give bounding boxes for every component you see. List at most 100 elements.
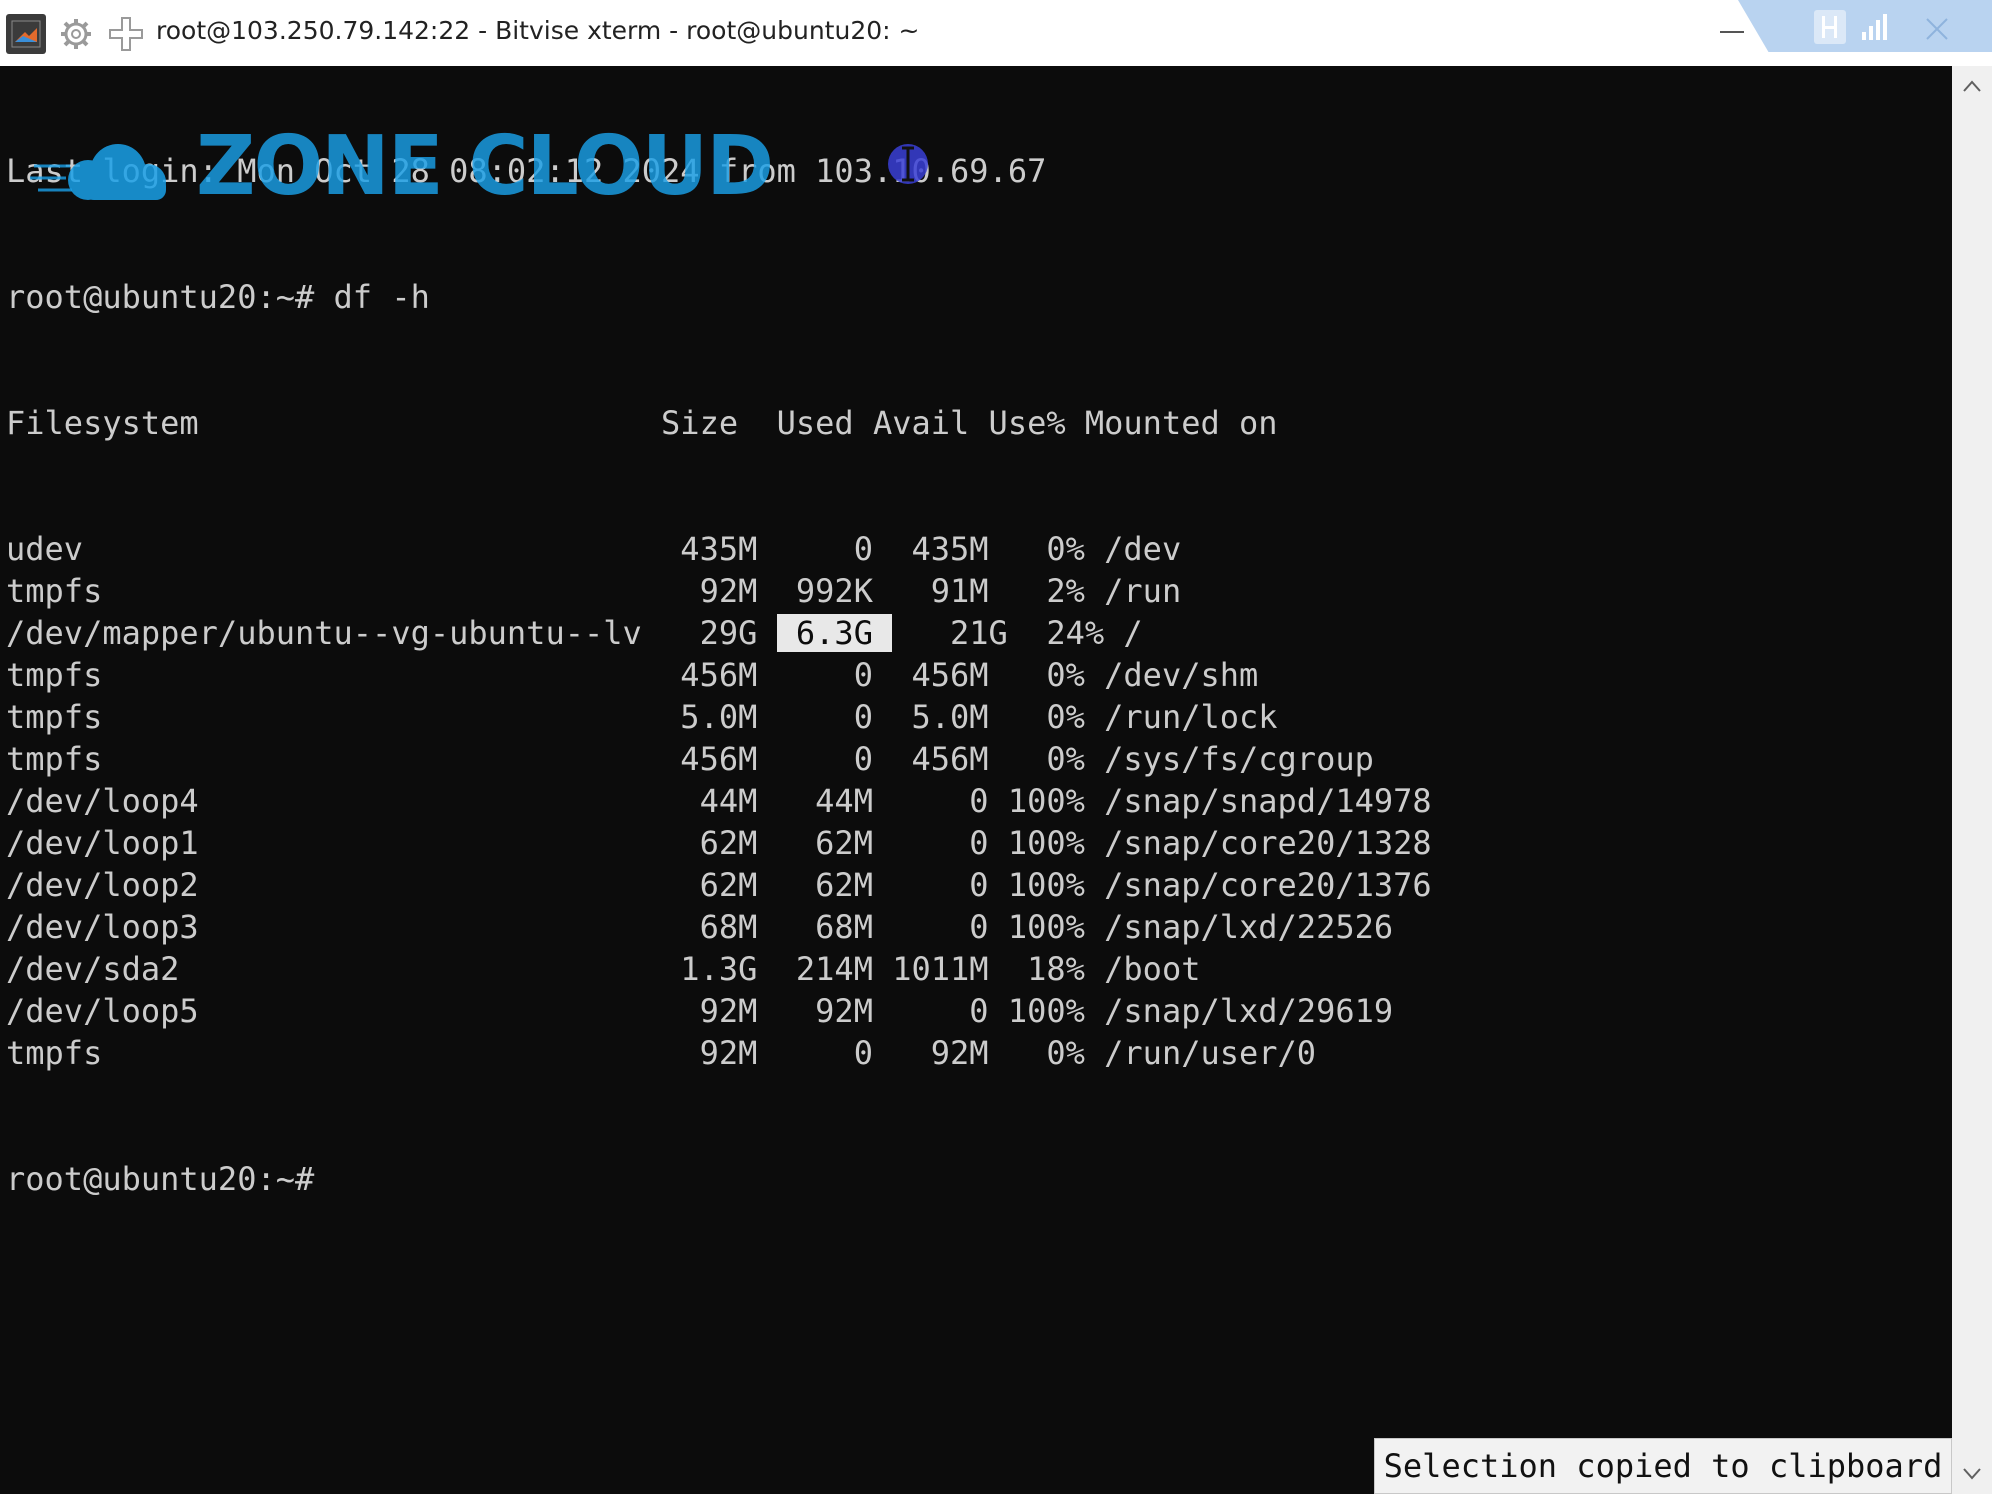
row-filesystem: /dev/mapper/ubuntu--vg-ubuntu--lv: [6, 614, 662, 652]
row-avail: 5.0M: [872, 698, 989, 736]
df-rows: udev 435M 0 435M 0% /dev tmpfs 92M 992K 9…: [6, 528, 1432, 1074]
row-used: 44M: [757, 782, 873, 820]
row-size: 68M: [661, 908, 758, 946]
row-filesystem: tmpfs: [6, 1034, 662, 1072]
row-filesystem: tmpfs: [6, 656, 662, 694]
row-use-pct: 18%: [988, 950, 1085, 988]
row-mounted-on: /snap/lxd/29619: [1084, 992, 1394, 1030]
row-use-pct: 100%: [988, 824, 1085, 862]
row-avail: 92M: [872, 1034, 989, 1072]
row-filesystem: tmpfs: [6, 572, 662, 610]
row-used: 0: [757, 698, 873, 736]
row-mounted-on: /sys/fs/cgroup: [1084, 740, 1374, 778]
row-mounted-on: /boot: [1084, 950, 1201, 988]
row-use-pct: 0%: [988, 530, 1085, 568]
row-mounted-on: /snap/core20/1328: [1084, 824, 1432, 862]
header-filesystem: Filesystem: [6, 404, 199, 442]
row-avail: 21G: [892, 614, 1008, 652]
df-row: /dev/loop1 62M 62M 0 100% /snap/core20/1…: [6, 822, 1432, 864]
last-login-line: Last login: Mon Oct 28 08:02:12 2024 fro…: [6, 152, 1047, 190]
header-used: Used: [776, 404, 854, 442]
terminal-output: Last login: Mon Oct 28 08:02:12 2024 fro…: [6, 66, 1432, 1284]
df-row: /dev/loop2 62M 62M 0 100% /snap/core20/1…: [6, 864, 1432, 906]
row-used: 0: [757, 1034, 873, 1072]
row-avail: 456M: [872, 656, 989, 694]
prompt: root@ubuntu20:~#: [6, 278, 315, 316]
minimize-icon[interactable]: [1716, 14, 1748, 50]
scroll-down-icon[interactable]: [1952, 1454, 1992, 1494]
df-row: /dev/mapper/ubuntu--vg-ubuntu--lv 29G 6.…: [6, 612, 1432, 654]
row-size: 44M: [661, 782, 758, 820]
row-filesystem: /dev/sda2: [6, 950, 662, 988]
row-filesystem: udev: [6, 530, 662, 568]
row-use-pct: 2%: [988, 572, 1085, 610]
row-use-pct: 0%: [988, 698, 1085, 736]
row-filesystem: tmpfs: [6, 740, 662, 778]
row-size: 62M: [661, 824, 758, 862]
command-line: root@ubuntu20:~# df -h: [6, 276, 1432, 318]
row-used: 214M: [757, 950, 873, 988]
df-row: /dev/sda2 1.3G 214M 1011M 18% /boot: [6, 948, 1432, 990]
row-filesystem: tmpfs: [6, 698, 662, 736]
df-row: tmpfs 5.0M 0 5.0M 0% /run/lock: [6, 696, 1432, 738]
gear-icon[interactable]: [56, 14, 96, 54]
row-filesystem: /dev/loop4: [6, 782, 662, 820]
status-toast: Selection copied to clipboard: [1374, 1438, 1952, 1494]
row-used: 62M: [757, 824, 873, 862]
row-used: 0: [757, 740, 873, 778]
header-mounted-on: Mounted on: [1084, 404, 1278, 442]
df-row: /dev/loop3 68M 68M 0 100% /snap/lxd/2252…: [6, 906, 1432, 948]
terminal-area[interactable]: Last login: Mon Oct 28 08:02:12 2024 fro…: [0, 66, 1952, 1494]
row-avail: 0: [872, 908, 989, 946]
row-used: 62M: [757, 866, 873, 904]
row-mounted-on: /dev/shm: [1084, 656, 1259, 694]
title-bar: root@103.250.79.142:22 - Bitvise xterm -…: [0, 0, 1992, 67]
row-size: 92M: [661, 1034, 758, 1072]
row-avail: 1011M: [872, 950, 989, 988]
row-mounted-on: /snap/snapd/14978: [1084, 782, 1432, 820]
selected-used-value[interactable]: 6.3G: [776, 614, 893, 652]
df-row: /dev/loop4 44M 44M 0 100% /snap/snapd/14…: [6, 780, 1432, 822]
row-size: 435M: [661, 530, 758, 568]
row-avail: 0: [872, 992, 989, 1030]
row-mounted-on: /run/user/0: [1084, 1034, 1317, 1072]
row-mounted-on: /dev: [1084, 530, 1182, 568]
row-used: 992K: [757, 572, 873, 610]
scrollbar[interactable]: [1952, 66, 1992, 1494]
row-avail: 91M: [872, 572, 989, 610]
row-mounted-on: /run: [1084, 572, 1182, 610]
row-mounted-on: /snap/core20/1376: [1084, 866, 1432, 904]
row-use-pct: 0%: [988, 1034, 1085, 1072]
final-prompt: root@ubuntu20:~#: [6, 1160, 315, 1198]
row-avail: 435M: [872, 530, 989, 568]
close-icon[interactable]: [1924, 16, 1950, 46]
plus-icon[interactable]: [106, 14, 146, 54]
row-size: 456M: [661, 656, 758, 694]
pin-icon[interactable]: [1814, 10, 1846, 44]
row-avail: 0: [872, 824, 989, 862]
row-size: 92M: [661, 572, 758, 610]
row-mounted-on: /: [1104, 614, 1143, 652]
row-mounted-on: /snap/lxd/22526: [1084, 908, 1394, 946]
row-size: 29G: [661, 614, 758, 652]
row-used: 0: [757, 656, 873, 694]
terminal-app-icon[interactable]: [6, 14, 46, 54]
row-size: 1.3G: [661, 950, 758, 988]
row-avail: 0: [872, 782, 989, 820]
row-filesystem: /dev/loop3: [6, 908, 662, 946]
ibeam-cursor-icon: [898, 146, 918, 186]
row-use-pct: 100%: [988, 908, 1085, 946]
df-row: /dev/loop5 92M 92M 0 100% /snap/lxd/2961…: [6, 990, 1432, 1032]
row-size: 92M: [661, 992, 758, 1030]
row-used: 92M: [757, 992, 873, 1030]
scroll-up-icon[interactable]: [1952, 66, 1992, 106]
row-use-pct: 100%: [988, 782, 1085, 820]
row-size: 5.0M: [661, 698, 758, 736]
row-used: 0: [757, 530, 873, 568]
df-header-line: Filesystem Size Used Avail Use% Mounted …: [6, 402, 1432, 444]
header-use-pct: Use%: [988, 404, 1066, 442]
df-row: udev 435M 0 435M 0% /dev: [6, 528, 1432, 570]
df-row: tmpfs 456M 0 456M 0% /sys/fs/cgroup: [6, 738, 1432, 780]
row-avail: 456M: [872, 740, 989, 778]
command-text: df -h: [333, 278, 430, 316]
